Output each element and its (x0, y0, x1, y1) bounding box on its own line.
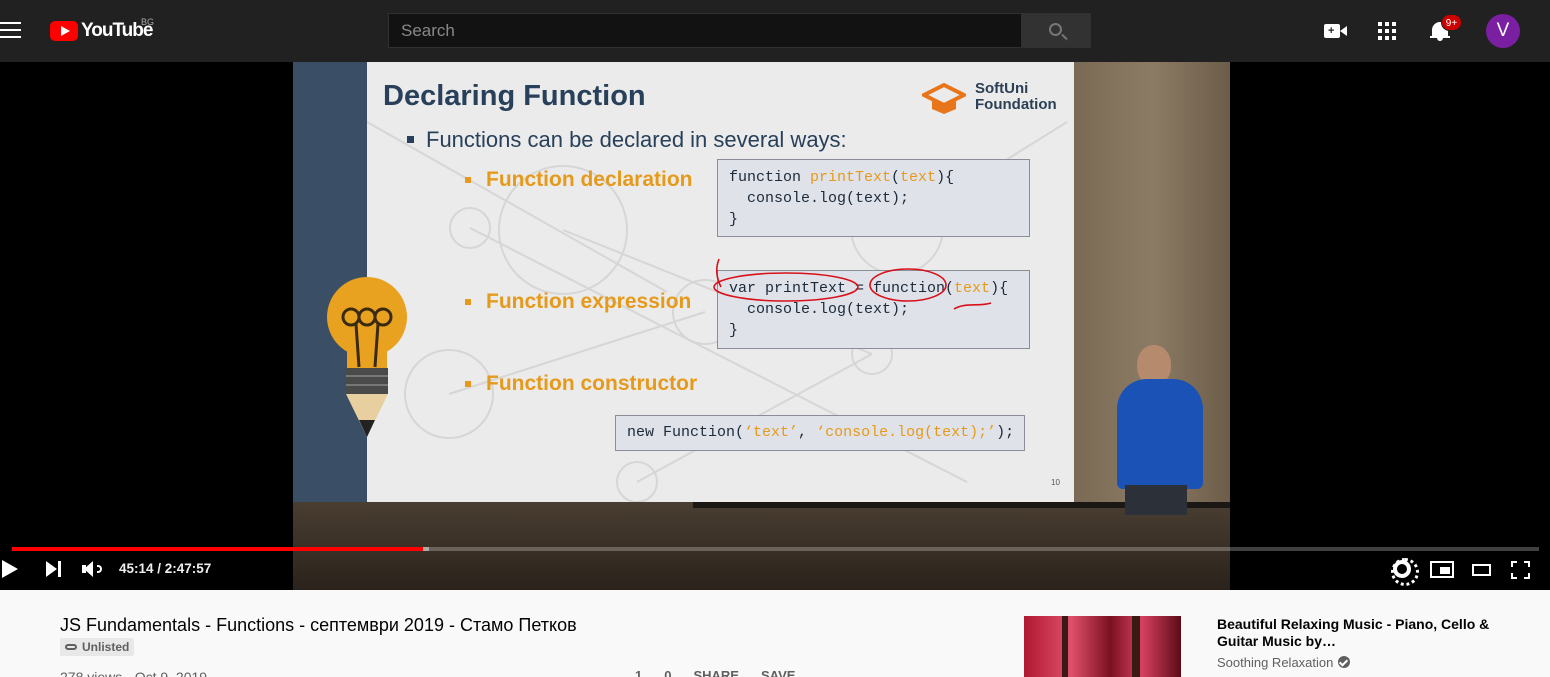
apps-grid-icon[interactable] (1378, 22, 1396, 40)
slide-page-number: 10 (1051, 478, 1060, 487)
video-meta: 278 views · Oct 9, 2019 (60, 669, 208, 677)
video-player[interactable]: Declaring Function SoftUni Foundation Fu… (0, 62, 1550, 590)
unlisted-badge: Unlisted (60, 638, 135, 656)
softuni-hat-icon (922, 83, 966, 114)
save-button[interactable]: SAVE (761, 668, 795, 677)
recommended-thumbnail[interactable] (1024, 616, 1181, 677)
menu-icon[interactable] (0, 22, 22, 40)
top-bar: YouTube BG + 9+ V (0, 0, 1550, 62)
share-button[interactable]: SHARE (693, 668, 739, 677)
presentation-slide: Declaring Function SoftUni Foundation Fu… (293, 62, 1074, 502)
video-frame[interactable]: Declaring Function SoftUni Foundation Fu… (293, 62, 1230, 590)
softuni-foundation: Foundation (975, 96, 1057, 113)
notification-badge: 9+ (1441, 14, 1462, 31)
time-display: 45:14 / 2:47:57 (119, 561, 212, 576)
bullet-function-declaration: Function declaration (465, 168, 693, 191)
search-bar (388, 13, 1091, 48)
youtube-logo[interactable]: YouTube BG (50, 17, 155, 43)
softuni-logo: SoftUni Foundation (922, 79, 1067, 117)
miniplayer-icon[interactable] (1430, 561, 1454, 578)
slide-title: Declaring Function (383, 80, 646, 112)
region-code: BG (141, 17, 155, 27)
link-icon (65, 644, 77, 650)
lightbulb-pencil-icon (327, 277, 407, 437)
fullscreen-icon[interactable] (1511, 561, 1530, 579)
video-actions: 1 0 SHARE SAVE (635, 668, 795, 677)
main-bullet: Functions can be declared in several way… (407, 127, 847, 152)
theater-mode-icon[interactable] (1472, 564, 1491, 576)
recommended-channel[interactable]: Soothing Relaxation (1217, 655, 1351, 670)
handwritten-annotation (713, 258, 992, 310)
volume-icon[interactable] (82, 561, 104, 577)
recommended-title[interactable]: Beautiful Relaxing Music - Piano, Cello … (1217, 616, 1517, 650)
softuni-name: SoftUni (975, 80, 1029, 97)
video-title: JS Fundamentals - Functions - септември … (60, 615, 577, 635)
bullet-function-constructor: Function constructor (464, 372, 698, 395)
played-bar (12, 547, 424, 551)
code-declaration: function printText(text){ console.log(te… (717, 159, 1030, 237)
settings-gear-icon[interactable] (1391, 558, 1419, 586)
dislike-button[interactable]: 0 (664, 668, 671, 677)
verified-icon (1338, 656, 1351, 668)
search-icon (1049, 23, 1062, 36)
search-button[interactable] (1022, 13, 1091, 48)
create-video-icon[interactable]: + (1324, 24, 1347, 38)
code-constructor: new Function(‘text’, ‘console.log(text);… (615, 415, 1025, 451)
presenter (1111, 345, 1207, 515)
avatar[interactable]: V (1486, 14, 1520, 48)
like-button[interactable]: 1 (635, 668, 642, 677)
play-button[interactable] (2, 560, 18, 578)
next-video-button[interactable] (46, 561, 64, 577)
bullet-function-expression: Function expression (464, 290, 692, 313)
play-logo-icon (50, 21, 78, 41)
search-input[interactable] (388, 13, 1022, 48)
progress-bar[interactable] (12, 547, 1539, 551)
